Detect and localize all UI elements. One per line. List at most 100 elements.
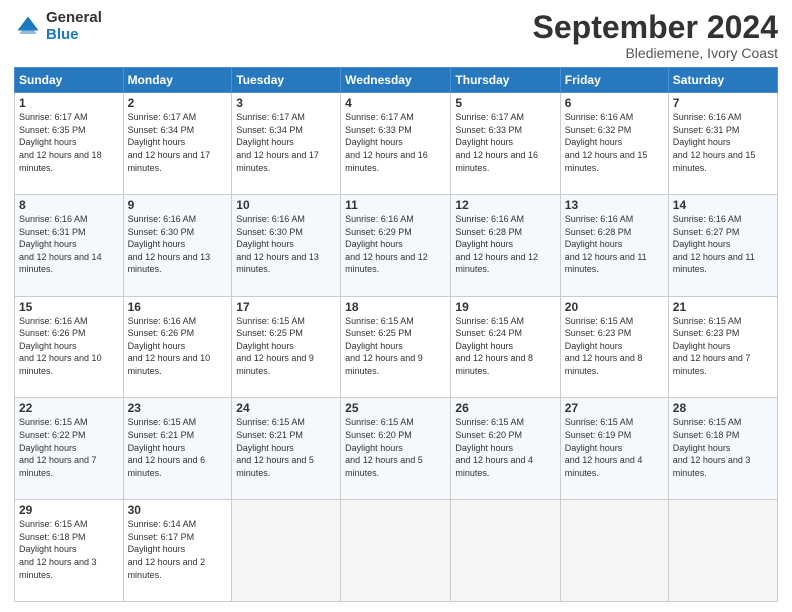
calendar-cell: 28 Sunrise: 6:15 AM Sunset: 6:18 PM Dayl… [668, 398, 777, 500]
day-number: 14 [673, 198, 773, 212]
day-info: Sunrise: 6:16 AM Sunset: 6:32 PM Dayligh… [565, 111, 664, 174]
day-number: 20 [565, 300, 664, 314]
day-number: 24 [236, 401, 336, 415]
calendar-table: SundayMondayTuesdayWednesdayThursdayFrid… [14, 67, 778, 602]
day-info: Sunrise: 6:14 AM Sunset: 6:17 PM Dayligh… [128, 518, 228, 581]
day-info: Sunrise: 6:17 AM Sunset: 6:33 PM Dayligh… [345, 111, 446, 174]
calendar-week-4: 22 Sunrise: 6:15 AM Sunset: 6:22 PM Dayl… [15, 398, 778, 500]
day-number: 9 [128, 198, 228, 212]
logo: General Blue [14, 10, 102, 43]
calendar-cell: 13 Sunrise: 6:16 AM Sunset: 6:28 PM Dayl… [560, 194, 668, 296]
calendar-cell: 12 Sunrise: 6:16 AM Sunset: 6:28 PM Dayl… [451, 194, 560, 296]
calendar-cell: 30 Sunrise: 6:14 AM Sunset: 6:17 PM Dayl… [123, 500, 232, 602]
calendar-cell [668, 500, 777, 602]
day-number: 16 [128, 300, 228, 314]
calendar-cell: 8 Sunrise: 6:16 AM Sunset: 6:31 PM Dayli… [15, 194, 124, 296]
day-number: 7 [673, 96, 773, 110]
calendar-cell: 24 Sunrise: 6:15 AM Sunset: 6:21 PM Dayl… [232, 398, 341, 500]
day-info: Sunrise: 6:17 AM Sunset: 6:33 PM Dayligh… [455, 111, 555, 174]
day-info: Sunrise: 6:15 AM Sunset: 6:20 PM Dayligh… [345, 416, 446, 479]
calendar-cell: 16 Sunrise: 6:16 AM Sunset: 6:26 PM Dayl… [123, 296, 232, 398]
day-number: 25 [345, 401, 446, 415]
day-info: Sunrise: 6:16 AM Sunset: 6:26 PM Dayligh… [19, 315, 119, 378]
day-header-sunday: Sunday [15, 68, 124, 93]
title-block: September 2024 Blediemene, Ivory Coast [533, 10, 778, 61]
day-header-friday: Friday [560, 68, 668, 93]
logo-text: General Blue [46, 10, 102, 43]
calendar-cell: 4 Sunrise: 6:17 AM Sunset: 6:33 PM Dayli… [341, 93, 451, 195]
day-number: 15 [19, 300, 119, 314]
calendar-week-2: 8 Sunrise: 6:16 AM Sunset: 6:31 PM Dayli… [15, 194, 778, 296]
calendar-cell [341, 500, 451, 602]
day-info: Sunrise: 6:15 AM Sunset: 6:19 PM Dayligh… [565, 416, 664, 479]
day-info: Sunrise: 6:15 AM Sunset: 6:22 PM Dayligh… [19, 416, 119, 479]
day-number: 19 [455, 300, 555, 314]
day-info: Sunrise: 6:15 AM Sunset: 6:20 PM Dayligh… [455, 416, 555, 479]
calendar-cell: 29 Sunrise: 6:15 AM Sunset: 6:18 PM Dayl… [15, 500, 124, 602]
day-number: 11 [345, 198, 446, 212]
day-number: 21 [673, 300, 773, 314]
day-number: 13 [565, 198, 664, 212]
calendar-cell: 21 Sunrise: 6:15 AM Sunset: 6:23 PM Dayl… [668, 296, 777, 398]
day-header-tuesday: Tuesday [232, 68, 341, 93]
calendar-cell: 7 Sunrise: 6:16 AM Sunset: 6:31 PM Dayli… [668, 93, 777, 195]
day-number: 2 [128, 96, 228, 110]
calendar-cell [232, 500, 341, 602]
calendar-cell: 6 Sunrise: 6:16 AM Sunset: 6:32 PM Dayli… [560, 93, 668, 195]
day-number: 28 [673, 401, 773, 415]
day-info: Sunrise: 6:16 AM Sunset: 6:31 PM Dayligh… [673, 111, 773, 174]
calendar-cell: 2 Sunrise: 6:17 AM Sunset: 6:34 PM Dayli… [123, 93, 232, 195]
calendar-cell: 9 Sunrise: 6:16 AM Sunset: 6:30 PM Dayli… [123, 194, 232, 296]
day-number: 8 [19, 198, 119, 212]
day-info: Sunrise: 6:15 AM Sunset: 6:23 PM Dayligh… [565, 315, 664, 378]
calendar-cell: 10 Sunrise: 6:16 AM Sunset: 6:30 PM Dayl… [232, 194, 341, 296]
header: General Blue September 2024 Blediemene, … [14, 10, 778, 61]
calendar-week-5: 29 Sunrise: 6:15 AM Sunset: 6:18 PM Dayl… [15, 500, 778, 602]
day-number: 12 [455, 198, 555, 212]
day-info: Sunrise: 6:17 AM Sunset: 6:35 PM Dayligh… [19, 111, 119, 174]
day-info: Sunrise: 6:15 AM Sunset: 6:21 PM Dayligh… [128, 416, 228, 479]
day-number: 18 [345, 300, 446, 314]
calendar-cell [560, 500, 668, 602]
logo-general: General [46, 10, 102, 27]
calendar-cell: 20 Sunrise: 6:15 AM Sunset: 6:23 PM Dayl… [560, 296, 668, 398]
day-info: Sunrise: 6:16 AM Sunset: 6:28 PM Dayligh… [565, 213, 664, 276]
day-number: 29 [19, 503, 119, 517]
day-header-monday: Monday [123, 68, 232, 93]
day-info: Sunrise: 6:17 AM Sunset: 6:34 PM Dayligh… [236, 111, 336, 174]
calendar-cell: 17 Sunrise: 6:15 AM Sunset: 6:25 PM Dayl… [232, 296, 341, 398]
day-info: Sunrise: 6:16 AM Sunset: 6:26 PM Dayligh… [128, 315, 228, 378]
day-info: Sunrise: 6:16 AM Sunset: 6:31 PM Dayligh… [19, 213, 119, 276]
day-info: Sunrise: 6:15 AM Sunset: 6:25 PM Dayligh… [236, 315, 336, 378]
calendar-cell: 27 Sunrise: 6:15 AM Sunset: 6:19 PM Dayl… [560, 398, 668, 500]
day-info: Sunrise: 6:16 AM Sunset: 6:30 PM Dayligh… [128, 213, 228, 276]
day-info: Sunrise: 6:15 AM Sunset: 6:24 PM Dayligh… [455, 315, 555, 378]
logo-blue: Blue [46, 27, 102, 44]
day-number: 22 [19, 401, 119, 415]
day-number: 23 [128, 401, 228, 415]
day-info: Sunrise: 6:16 AM Sunset: 6:30 PM Dayligh… [236, 213, 336, 276]
day-number: 26 [455, 401, 555, 415]
calendar-cell: 22 Sunrise: 6:15 AM Sunset: 6:22 PM Dayl… [15, 398, 124, 500]
day-number: 5 [455, 96, 555, 110]
calendar-body: 1 Sunrise: 6:17 AM Sunset: 6:35 PM Dayli… [15, 93, 778, 602]
day-number: 17 [236, 300, 336, 314]
calendar-header-row: SundayMondayTuesdayWednesdayThursdayFrid… [15, 68, 778, 93]
day-header-thursday: Thursday [451, 68, 560, 93]
calendar-cell: 11 Sunrise: 6:16 AM Sunset: 6:29 PM Dayl… [341, 194, 451, 296]
day-info: Sunrise: 6:15 AM Sunset: 6:18 PM Dayligh… [19, 518, 119, 581]
day-number: 27 [565, 401, 664, 415]
day-number: 30 [128, 503, 228, 517]
calendar-week-3: 15 Sunrise: 6:16 AM Sunset: 6:26 PM Dayl… [15, 296, 778, 398]
calendar-cell: 19 Sunrise: 6:15 AM Sunset: 6:24 PM Dayl… [451, 296, 560, 398]
calendar-cell: 15 Sunrise: 6:16 AM Sunset: 6:26 PM Dayl… [15, 296, 124, 398]
day-info: Sunrise: 6:15 AM Sunset: 6:21 PM Dayligh… [236, 416, 336, 479]
day-number: 10 [236, 198, 336, 212]
day-info: Sunrise: 6:16 AM Sunset: 6:28 PM Dayligh… [455, 213, 555, 276]
logo-icon [14, 13, 42, 41]
calendar-cell: 3 Sunrise: 6:17 AM Sunset: 6:34 PM Dayli… [232, 93, 341, 195]
day-number: 6 [565, 96, 664, 110]
calendar-cell: 1 Sunrise: 6:17 AM Sunset: 6:35 PM Dayli… [15, 93, 124, 195]
calendar-cell: 18 Sunrise: 6:15 AM Sunset: 6:25 PM Dayl… [341, 296, 451, 398]
day-info: Sunrise: 6:16 AM Sunset: 6:27 PM Dayligh… [673, 213, 773, 276]
